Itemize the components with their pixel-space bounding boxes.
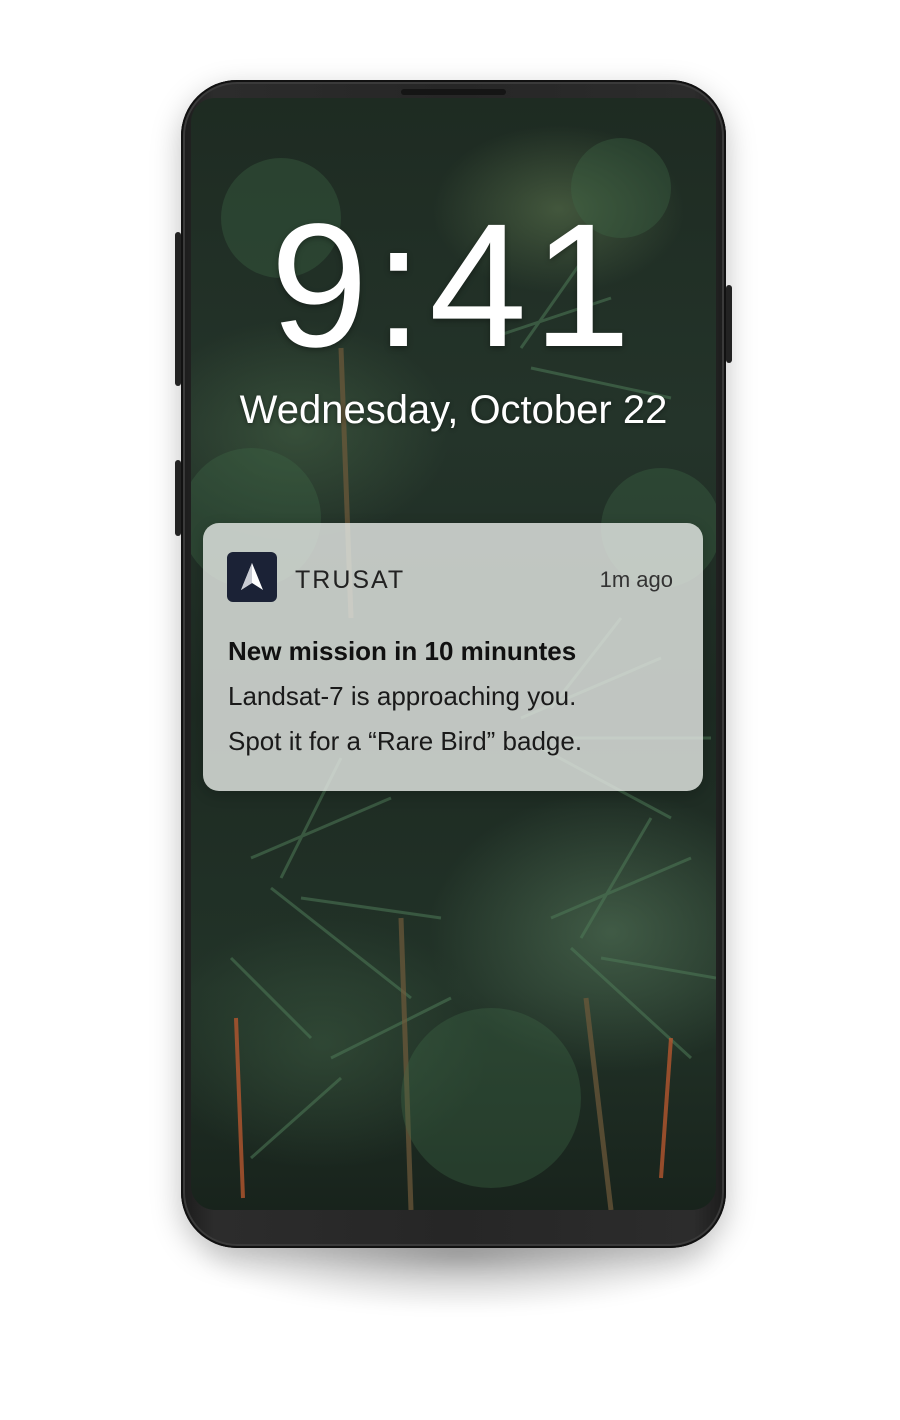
notification-body-line2: Spot it for a “Rare Bird” badge. [228, 726, 583, 756]
notification-title: New mission in 10 minuntes [228, 636, 577, 666]
lock-screen: 9:41 Wednesday, October 22 TRUSAT 1m ago… [191, 98, 716, 1210]
assistant-button[interactable] [175, 460, 181, 536]
volume-button[interactable] [175, 232, 181, 386]
trusat-arrow-icon [227, 552, 277, 602]
lock-date: Wednesday, October 22 [239, 388, 668, 432]
notification-card[interactable]: TRUSAT 1m ago New mission in 10 minuntes… [203, 523, 703, 791]
notification-time: 1m ago [599, 567, 673, 592]
lock-clock: 9:41 [270, 188, 637, 384]
power-button[interactable] [726, 285, 732, 363]
earpiece-speaker [401, 89, 506, 95]
notification-body-line1: Landsat-7 is approaching you. [228, 681, 577, 711]
notification-app-name: TRUSAT [295, 566, 406, 594]
mockup-stage: 9:41 Wednesday, October 22 TRUSAT 1m ago… [0, 0, 900, 1420]
phone-frame: 9:41 Wednesday, October 22 TRUSAT 1m ago… [175, 80, 732, 1248]
